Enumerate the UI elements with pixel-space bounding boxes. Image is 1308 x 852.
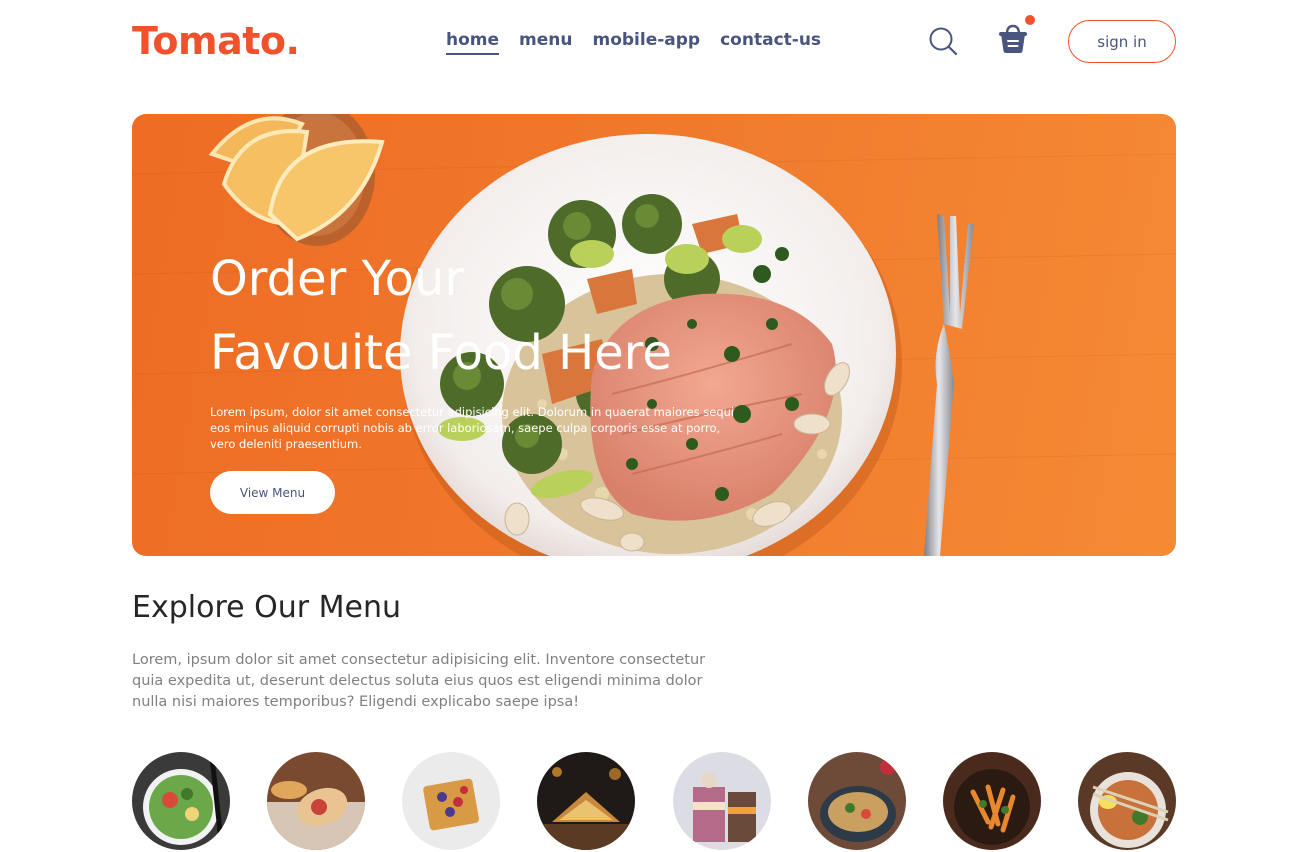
nav-link-menu[interactable]: menu bbox=[519, 30, 572, 55]
hero-description: Lorem ipsum, dolor sit amet consectetur … bbox=[210, 405, 735, 451]
basket-notification-dot bbox=[1025, 15, 1035, 25]
hero-title-line-2: Favouite Food Here bbox=[210, 325, 672, 381]
basket-icon[interactable] bbox=[996, 22, 1030, 56]
menu-category-salad[interactable] bbox=[132, 752, 230, 850]
hero-title-line-1: Order Your bbox=[210, 251, 465, 307]
navbar: Tomato. home menu mobile-app contact-us … bbox=[132, 15, 1176, 64]
menu-category-pasta[interactable] bbox=[942, 752, 1041, 850]
nav-links: home menu mobile-app contact-us bbox=[446, 30, 821, 55]
hero-title: Order Your Favouite Food Here bbox=[210, 242, 770, 390]
menu-category-list bbox=[132, 752, 1176, 852]
explore-menu-text: Lorem, ipsum dolor sit amet consectetur … bbox=[132, 652, 706, 710]
menu-category-cake[interactable] bbox=[672, 752, 771, 850]
explore-menu-title: Explore Our Menu bbox=[132, 590, 401, 625]
noodles-icon bbox=[1077, 752, 1176, 850]
menu-category-rolls[interactable] bbox=[267, 752, 366, 850]
menu-category-deserts[interactable] bbox=[402, 752, 501, 850]
pure-veg-icon bbox=[807, 752, 906, 850]
sign-in-button[interactable]: sign in bbox=[1068, 20, 1176, 63]
menu-category-sandwich[interactable] bbox=[537, 752, 636, 850]
deserts-icon bbox=[402, 752, 501, 850]
pasta-icon bbox=[942, 752, 1041, 850]
logo[interactable]: Tomato. bbox=[132, 18, 300, 64]
menu-category-pure-veg[interactable] bbox=[807, 752, 906, 850]
hero-banner: Order Your Favouite Food Here Lorem ipsu… bbox=[132, 114, 1176, 556]
cake-icon bbox=[672, 752, 771, 850]
nav-link-mobile-app[interactable]: mobile-app bbox=[592, 30, 700, 55]
sandwich-icon bbox=[537, 752, 636, 850]
salad-icon bbox=[132, 752, 230, 850]
rolls-icon bbox=[267, 752, 366, 850]
view-menu-button[interactable]: View Menu bbox=[210, 471, 335, 514]
search-icon[interactable] bbox=[928, 26, 958, 56]
menu-category-noodles[interactable] bbox=[1077, 752, 1176, 850]
nav-link-contact-us[interactable]: contact-us bbox=[720, 30, 821, 55]
nav-link-home[interactable]: home bbox=[446, 30, 500, 55]
